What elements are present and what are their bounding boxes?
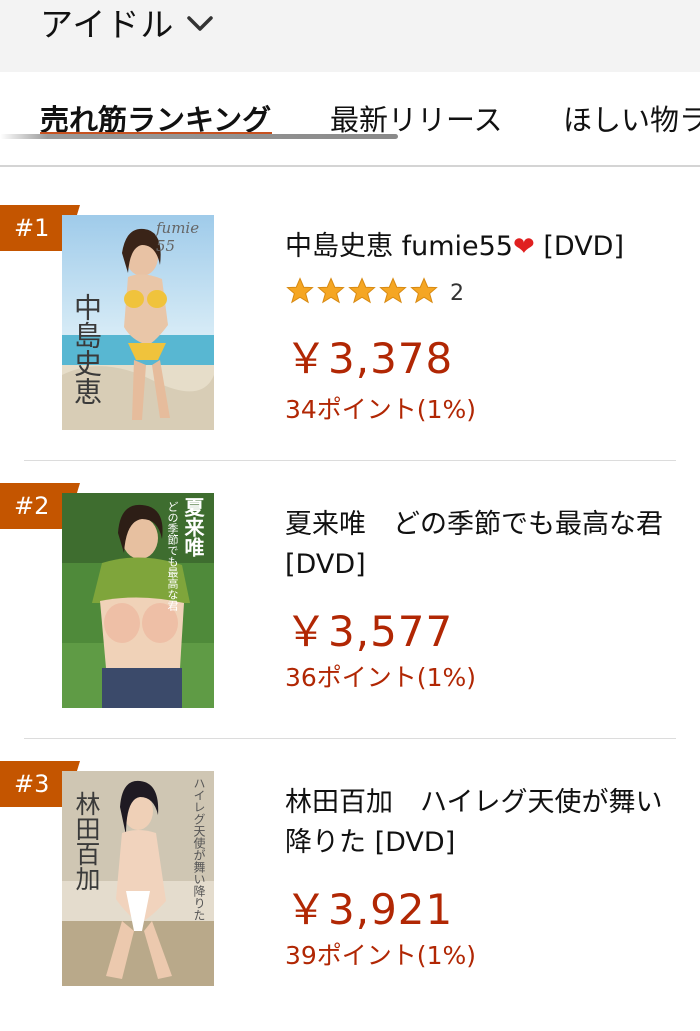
tab-bar: 売れ筋ランキング 最新リリース ほしい物ラ	[0, 72, 700, 167]
cover-subtitle: どの季節でも最高な君	[166, 501, 179, 611]
product-title[interactable]: 林田百加 ハイレグ天使が舞い降りた [DVD]	[285, 783, 680, 863]
cover-title: 中島史恵	[70, 293, 103, 405]
product-title[interactable]: 夏来唯 どの季節でも最高な君 [DVD]	[285, 505, 680, 585]
product-title-text: 中島史恵 fumie55	[285, 231, 513, 262]
product-item[interactable]: #3 林田百加 ハイレグ天使が舞い降りた 林田百加 ハイレグ天使が舞い降りた […	[0, 761, 700, 1031]
tab-wishlist[interactable]: ほしい物ラ	[563, 97, 700, 139]
product-image[interactable]: 中島史恵 fumie 55	[62, 215, 214, 430]
star-icon	[348, 276, 376, 303]
chevron-down-icon	[187, 16, 214, 31]
cover-subtitle: ハイレグ天使が舞い降りた	[192, 777, 206, 921]
product-item[interactable]: #1 中島史恵 fumie 55 中島史恵 fumie55❤ [DVD] 2 ￥…	[0, 205, 700, 475]
cover-title: 夏来唯	[181, 497, 205, 557]
review-count: 2	[450, 281, 464, 306]
tab-new-releases[interactable]: 最新リリース	[330, 97, 503, 139]
tabs-divider	[0, 165, 700, 167]
cover-subtitle: fumie 55	[156, 219, 200, 255]
product-title[interactable]: 中島史恵 fumie55❤ [DVD]	[285, 227, 680, 267]
item-divider	[24, 460, 676, 461]
star-icon	[317, 276, 345, 303]
star-icon	[286, 276, 314, 303]
points: 39ポイント(1%)	[285, 941, 476, 970]
item-divider	[24, 738, 676, 739]
star-icon	[410, 276, 438, 303]
product-image[interactable]: 林田百加 ハイレグ天使が舞い降りた	[62, 771, 214, 986]
rating-stars[interactable]: 2	[285, 275, 464, 306]
product-title-suffix: [DVD]	[534, 231, 625, 262]
points: 36ポイント(1%)	[285, 663, 476, 692]
price: ￥3,577	[285, 607, 454, 656]
product-item[interactable]: #2 夏来唯 どの季節でも最高な君 夏来唯 どの季節でも最高な君 [DVD] ￥…	[0, 483, 700, 753]
category-dropdown[interactable]: アイドル	[40, 2, 214, 44]
price: ￥3,378	[285, 334, 454, 383]
top-bar: アイドル	[0, 0, 700, 73]
category-label: アイドル	[40, 5, 175, 44]
cover-title: 林田百加	[72, 791, 101, 891]
product-image[interactable]: 夏来唯 どの季節でも最高な君	[62, 493, 214, 708]
star-icon	[379, 276, 407, 303]
price: ￥3,921	[285, 885, 454, 934]
tabs-scrollbar[interactable]	[0, 134, 398, 139]
heart-icon: ❤	[512, 232, 535, 262]
points: 34ポイント(1%)	[285, 395, 476, 424]
